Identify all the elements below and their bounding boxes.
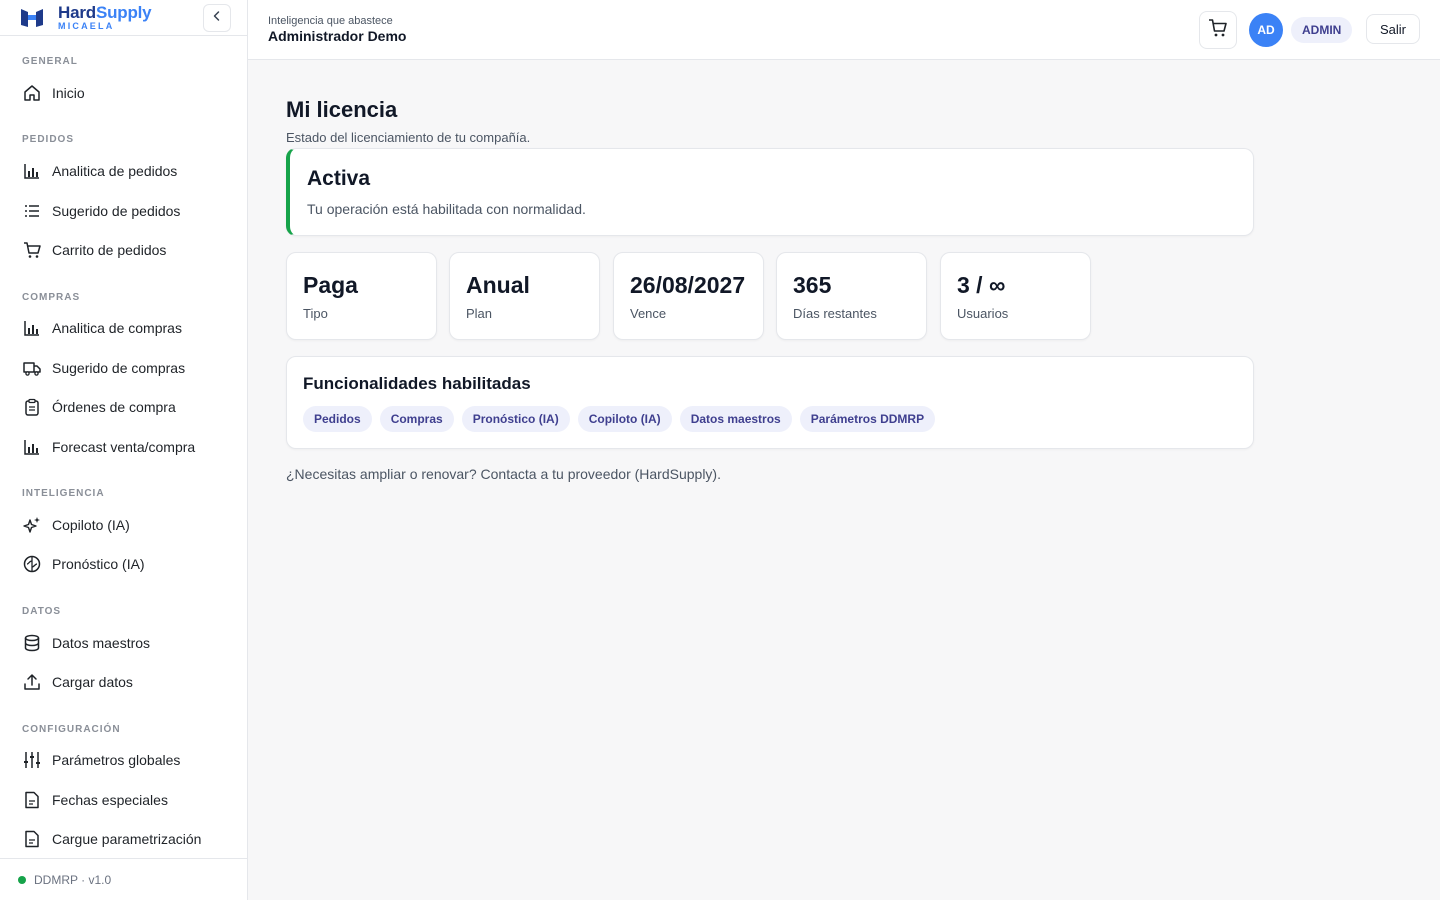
avatar[interactable]: AD <box>1249 13 1283 47</box>
sidebar-item-label: Pronóstico (IA) <box>52 556 145 572</box>
sidebar-item-cargue-parametrizacion[interactable]: Cargue parametrización <box>22 827 201 851</box>
home-icon <box>22 83 42 103</box>
feature-chip: Parámetros DDMRP <box>799 406 936 432</box>
license-status-card: Activa Tu operación está habilitada con … <box>286 148 1254 236</box>
stat-value: 3 / ∞ <box>957 272 1006 298</box>
brand-logo-icon <box>20 6 44 30</box>
logout-button[interactable]: Salir <box>1366 14 1420 44</box>
sidebar-item-label: Carrito de pedidos <box>52 242 167 258</box>
features-card: Funcionalidades habilitadas Pedidos Comp… <box>286 356 1254 449</box>
sidebar-item-label: Forecast venta/compra <box>52 439 196 455</box>
page-subtitle: Estado del licenciamiento de tu compañía… <box>286 130 531 145</box>
stat-label: Usuarios <box>957 306 1009 321</box>
sidebar-item-label: Inicio <box>52 85 85 101</box>
list-icon <box>22 201 42 221</box>
sidebar-item-sugerido-pedidos[interactable]: Sugerido de pedidos <box>22 199 180 223</box>
sliders-icon <box>22 750 42 770</box>
renewal-note: ¿Necesitas ampliar o renovar? Contacta a… <box>286 466 721 482</box>
brand: HardSupply MICAELA <box>0 0 247 36</box>
upload-icon <box>22 672 42 692</box>
page-title: Mi licencia <box>286 97 398 122</box>
cart-icon <box>22 240 42 260</box>
section-configuracion: CONFIGURACIÓN <box>22 724 121 735</box>
status-dot-icon <box>18 875 26 884</box>
stat-value: 26/08/2027 <box>630 272 746 298</box>
cart-button[interactable] <box>1199 11 1237 49</box>
stat-value: Paga <box>303 272 358 298</box>
sidebar-item-label: Cargue parametrización <box>52 831 202 847</box>
sidebar-item-label: Analitica de compras <box>52 320 182 336</box>
sidebar-item-analitica-pedidos[interactable]: Analitica de pedidos <box>22 159 177 183</box>
features-title: Funcionalidades habilitadas <box>303 374 531 393</box>
section-datos: DATOS <box>22 606 62 617</box>
sidebar-item-parametros-globales[interactable]: Parámetros globales <box>22 748 180 772</box>
brand-name: HardSupply <box>58 3 152 22</box>
sidebar-item-label: Copiloto (IA) <box>52 517 130 533</box>
sidebar-footer: DDMRP · v1.0 <box>0 858 247 900</box>
sidebar-item-sugerido-compras[interactable]: Sugerido de compras <box>22 356 185 380</box>
stat-value: 365 <box>793 272 832 298</box>
stat-label: Plan <box>466 306 493 321</box>
version-status: DDMRP · v1.0 <box>34 872 112 887</box>
sidebar-item-label: Sugerido de compras <box>52 360 186 376</box>
feature-chips: Pedidos Compras Pronóstico (IA) Copiloto… <box>303 406 936 432</box>
file-icon <box>22 790 42 810</box>
clipboard-icon <box>22 397 42 417</box>
sidebar-item-label: Órdenes de compra <box>52 399 176 415</box>
stat-card-tipo: Paga Tipo <box>286 252 437 340</box>
sidebar: HardSupply MICAELA GENERAL Inicio PEDIDO… <box>0 0 248 900</box>
bar-chart-icon <box>22 318 42 338</box>
sidebar-item-pronostico[interactable]: Pronóstico (IA) <box>22 552 145 576</box>
stat-card-usuarios: 3 / ∞ Usuarios <box>940 252 1091 340</box>
bar-chart-icon <box>22 161 42 181</box>
stat-label: Vence <box>630 306 667 321</box>
sidebar-item-datos-maestros[interactable]: Datos maestros <box>22 631 150 655</box>
topbar: Inteligencia que abastece Administrador … <box>248 0 1440 60</box>
role-badge: ADMIN <box>1291 17 1353 43</box>
sidebar-item-carrito-pedidos[interactable]: Carrito de pedidos <box>22 238 166 262</box>
brand-subtitle: MICAELA <box>58 21 115 31</box>
feature-chip: Copiloto (IA) <box>577 406 672 432</box>
section-pedidos: PEDIDOS <box>22 134 75 145</box>
sidebar-item-label: Analitica de pedidos <box>52 163 178 179</box>
sidebar-item-label: Sugerido de pedidos <box>52 203 181 219</box>
topbar-subtitle: Inteligencia que abastece <box>268 15 393 27</box>
file-icon <box>22 829 42 849</box>
bar-chart-icon <box>22 437 42 457</box>
brain-icon <box>22 554 42 574</box>
license-status-title: Activa <box>307 167 371 190</box>
sidebar-item-label: Datos maestros <box>52 635 151 651</box>
sparkles-icon <box>22 515 42 535</box>
chevron-left-icon <box>211 9 223 27</box>
feature-chip: Datos maestros <box>679 406 792 432</box>
sidebar-item-cargar-datos[interactable]: Cargar datos <box>22 670 133 694</box>
license-status-description: Tu operación está habilitada con normali… <box>307 201 586 217</box>
stat-card-vence: 26/08/2027 Vence <box>613 252 764 340</box>
sidebar-item-inicio[interactable]: Inicio <box>22 81 85 105</box>
database-icon <box>22 633 42 653</box>
sidebar-item-ordenes-compra[interactable]: Órdenes de compra <box>22 395 176 419</box>
section-general: GENERAL <box>22 56 78 67</box>
section-inteligencia: INTELIGENCIA <box>22 488 105 499</box>
topbar-title: Administrador Demo <box>268 28 407 44</box>
truck-icon <box>22 358 42 378</box>
collapse-sidebar-button[interactable] <box>203 4 231 32</box>
sidebar-item-label: Cargar datos <box>52 674 133 690</box>
feature-chip: Pedidos <box>303 406 372 432</box>
feature-chip: Compras <box>379 406 454 432</box>
sidebar-item-fechas-especiales[interactable]: Fechas especiales <box>22 788 168 812</box>
stat-label: Días restantes <box>793 306 877 321</box>
sidebar-item-label: Parámetros globales <box>52 752 181 768</box>
stat-value: Anual <box>466 272 530 298</box>
stat-card-plan: Anual Plan <box>449 252 600 340</box>
feature-chip: Pronóstico (IA) <box>461 406 570 432</box>
stat-card-dias-restantes: 365 Días restantes <box>776 252 927 340</box>
sidebar-item-label: Fechas especiales <box>52 792 168 808</box>
stat-label: Tipo <box>303 306 328 321</box>
sidebar-item-analitica-compras[interactable]: Analitica de compras <box>22 316 182 340</box>
sidebar-item-copiloto[interactable]: Copiloto (IA) <box>22 513 130 537</box>
cart-icon <box>1208 18 1228 43</box>
section-compras: COMPRAS <box>22 292 81 303</box>
sidebar-item-forecast[interactable]: Forecast venta/compra <box>22 435 195 459</box>
